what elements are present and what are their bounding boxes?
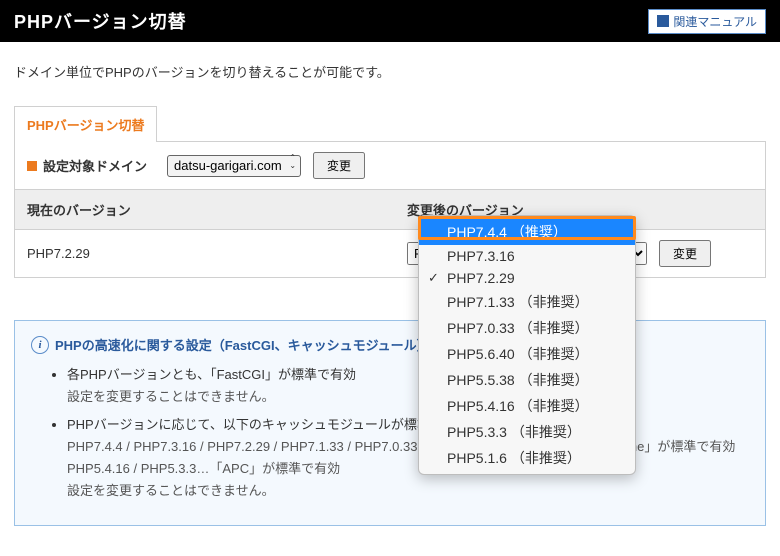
info-1b: 設定を変更することはできません。 (67, 389, 275, 404)
version-option[interactable]: PHP5.3.3 （非推奨） (419, 419, 635, 445)
version-option[interactable]: PHP7.4.4 （推奨） (419, 219, 635, 245)
version-option[interactable]: PHP7.2.29 (419, 267, 635, 289)
book-icon (657, 15, 669, 27)
version-option[interactable]: PHP5.5.38 （非推奨） (419, 367, 635, 393)
info-item-2: PHPバージョンに応じて、以下のキャッシュモジュールが標準で有効になります。 P… (67, 414, 749, 502)
page-root: PHPバージョン切替 関連マニュアル ドメイン単位でPHPのバージョンを切り替え… (0, 0, 780, 526)
tab-label: PHPバージョン切替 (27, 118, 144, 133)
info-2c: PHP5.4.16 / PHP5.3.3…「APC」が標準で有効 (67, 461, 340, 476)
info-title-row: i PHPの高速化に関する設定（FastCGI、キャッシュモジュール）は、標準で… (31, 335, 749, 354)
manual-link-button[interactable]: 関連マニュアル (648, 9, 766, 34)
domain-select-wrap: datsu-garigari.com (157, 155, 301, 177)
domain-select[interactable]: datsu-garigari.com (167, 155, 301, 177)
current-version-value: PHP7.2.29 (15, 236, 395, 271)
domain-label: 設定対象ドメイン (43, 156, 147, 175)
info-box: i PHPの高速化に関する設定（FastCGI、キャッシュモジュール）は、標準で… (14, 320, 766, 526)
version-option[interactable]: PHP5.4.16 （非推奨） (419, 393, 635, 419)
version-option[interactable]: PHP7.0.33 （非推奨） (419, 315, 635, 341)
version-dropdown-menu[interactable]: PHP7.4.4 （推奨）PHP7.3.16PHP7.2.29PHP7.1.33… (418, 215, 636, 475)
manual-link-label: 関連マニュアル (673, 13, 757, 30)
bullet-icon (27, 161, 37, 171)
info-icon: i (31, 336, 49, 354)
page-title: PHPバージョン切替 (14, 8, 187, 34)
domain-row: 設定対象ドメイン datsu-garigari.com 変更 (15, 142, 765, 190)
content-area: ドメイン単位でPHPのバージョンを切り替えることが可能です。 PHPバージョン切… (0, 42, 780, 292)
domain-change-button[interactable]: 変更 (313, 152, 365, 179)
version-change-button[interactable]: 変更 (659, 240, 711, 267)
version-option[interactable]: PHP5.6.40 （非推奨） (419, 341, 635, 367)
info-item-1: 各PHPバージョンとも、「FastCGI」が標準で有効 設定を変更することはでき… (67, 364, 749, 408)
info-list: 各PHPバージョンとも、「FastCGI」が標準で有効 設定を変更することはでき… (31, 364, 749, 503)
info-2d: 設定を変更することはできません。 (67, 483, 275, 498)
version-option[interactable]: PHP7.1.33 （非推奨） (419, 289, 635, 315)
settings-panel: 設定対象ドメイン datsu-garigari.com 変更 現在のバージョン … (14, 141, 766, 278)
page-header: PHPバージョン切替 関連マニュアル (0, 0, 780, 42)
tab-php-version[interactable]: PHPバージョン切替 (14, 106, 157, 142)
version-option[interactable]: PHP7.3.16 (419, 245, 635, 267)
col-header-current: 現在のバージョン (15, 190, 395, 229)
page-description: ドメイン単位でPHPのバージョンを切り替えることが可能です。 (14, 62, 766, 81)
info-1a: 各PHPバージョンとも、「FastCGI」が標準で有効 (67, 367, 356, 382)
version-option[interactable]: PHP5.1.6 （非推奨） (419, 445, 635, 471)
version-table-header: 現在のバージョン 変更後のバージョン (15, 190, 765, 230)
version-table-row: PHP7.2.29 PHP7.2.29 変更 (15, 230, 765, 277)
